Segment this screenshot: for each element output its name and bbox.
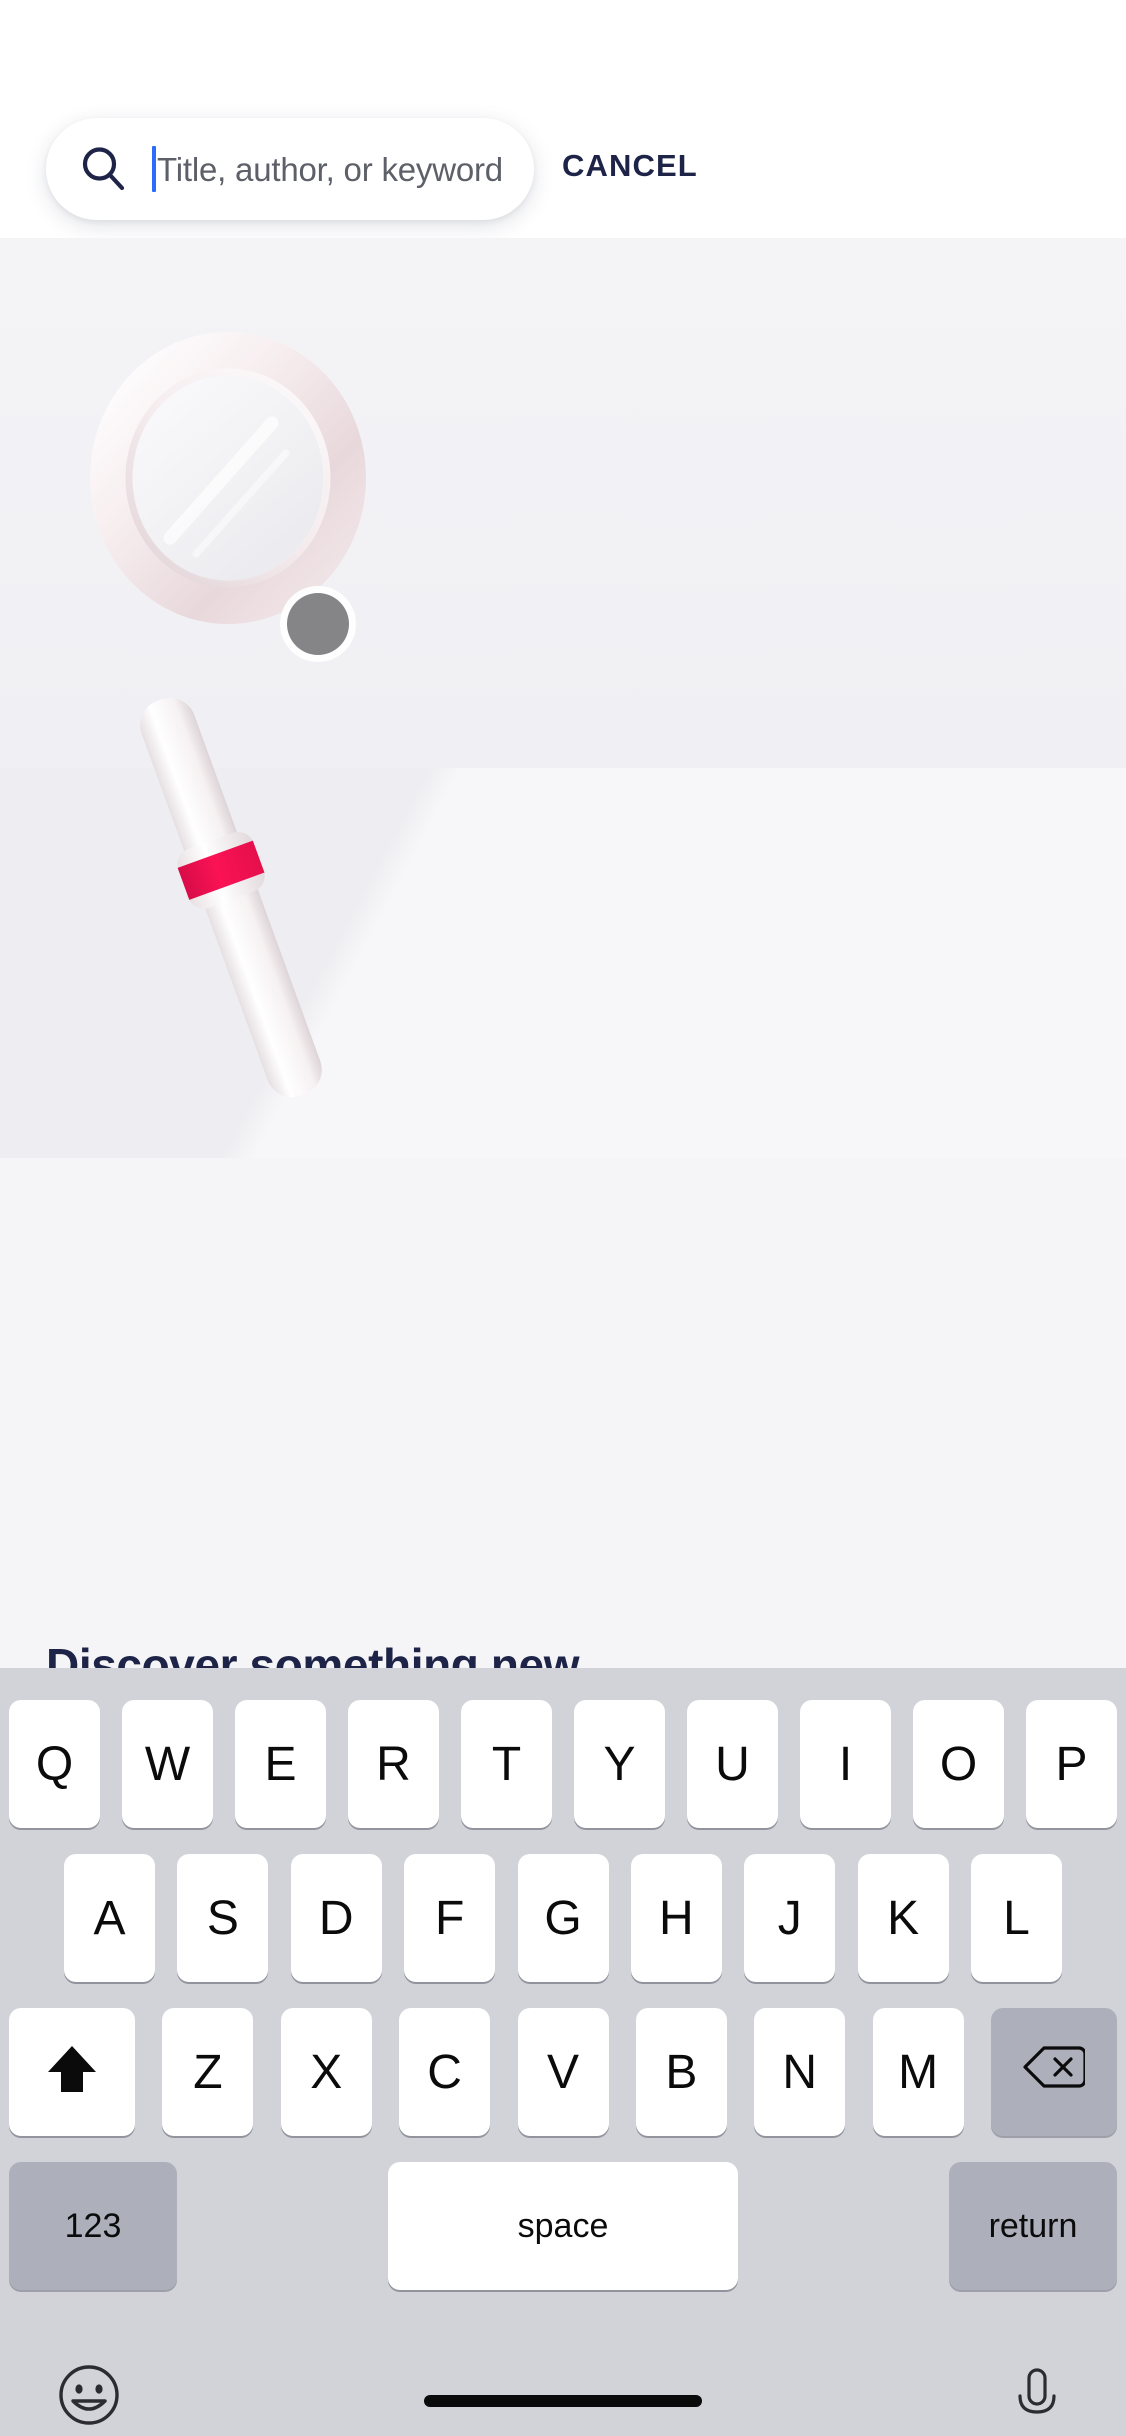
search-empty-state: Discover something new Title, author, or… <box>0 238 1126 1668</box>
backspace-icon <box>1023 2044 1087 2100</box>
key-c[interactable]: C <box>399 2008 491 2136</box>
emoji-icon[interactable] <box>58 2364 120 2426</box>
gray-circle-cursor <box>287 593 349 655</box>
search-icon <box>80 145 128 193</box>
home-indicator <box>424 2395 702 2407</box>
search-input-container[interactable]: Title, author, or keyword <box>46 118 534 220</box>
text-caret <box>152 146 156 192</box>
keyboard-row-3: Z X C V B N M <box>0 2008 1126 2136</box>
keyboard-row-4: 123 space return <box>0 2162 1126 2290</box>
key-g[interactable]: G <box>517 1854 609 1982</box>
key-h[interactable]: H <box>630 1854 722 1982</box>
key-u[interactable]: U <box>687 1700 778 1828</box>
key-t[interactable]: T <box>461 1700 552 1828</box>
numeric-key[interactable]: 123 <box>9 2162 177 2290</box>
search-placeholder: Title, author, or keyword <box>157 150 503 188</box>
key-q[interactable]: Q <box>9 1700 100 1828</box>
shift-key[interactable] <box>9 2008 135 2136</box>
key-j[interactable]: J <box>744 1854 836 1982</box>
return-key[interactable]: return <box>949 2162 1117 2290</box>
key-i[interactable]: I <box>800 1700 891 1828</box>
key-p[interactable]: P <box>1026 1700 1117 1828</box>
key-a[interactable]: A <box>64 1854 155 1982</box>
phone-screen: Title, author, or keyword CANCEL Discove… <box>0 0 1126 2436</box>
magnifier-graphic <box>90 332 366 1098</box>
key-e[interactable]: E <box>235 1700 326 1828</box>
keyboard-row-1: Q W E R T Y U I O P <box>0 1700 1126 1828</box>
key-f[interactable]: F <box>404 1854 496 1982</box>
key-b[interactable]: B <box>635 2008 727 2136</box>
keyboard-bottom-bar <box>0 2316 1126 2436</box>
key-s[interactable]: S <box>177 1854 269 1982</box>
key-z[interactable]: Z <box>162 2008 254 2136</box>
space-key[interactable]: space <box>388 2162 738 2290</box>
keyboard-row-2: A S D F G H J K L <box>0 1854 1126 1982</box>
key-d[interactable]: D <box>290 1854 382 1982</box>
shift-icon <box>45 2042 99 2103</box>
key-x[interactable]: X <box>280 2008 372 2136</box>
key-v[interactable]: V <box>517 2008 609 2136</box>
virtual-keyboard: Q W E R T Y U I O P A S D F G H J K L Z … <box>0 1668 1126 2436</box>
microphone-icon[interactable] <box>1006 2364 1068 2426</box>
search-header: Title, author, or keyword CANCEL <box>0 0 1126 238</box>
key-y[interactable]: Y <box>574 1700 665 1828</box>
empty-state-headline: Discover something new <box>46 1639 580 1668</box>
key-m[interactable]: M <box>872 2008 964 2136</box>
key-k[interactable]: K <box>857 1854 949 1982</box>
magnifying-glass-illustration <box>0 238 1126 1158</box>
key-r[interactable]: R <box>348 1700 439 1828</box>
key-o[interactable]: O <box>913 1700 1004 1828</box>
key-w[interactable]: W <box>122 1700 213 1828</box>
key-l[interactable]: L <box>971 1854 1062 1982</box>
cancel-button[interactable]: CANCEL <box>562 148 698 184</box>
key-n[interactable]: N <box>754 2008 846 2136</box>
backspace-key[interactable] <box>991 2008 1117 2136</box>
